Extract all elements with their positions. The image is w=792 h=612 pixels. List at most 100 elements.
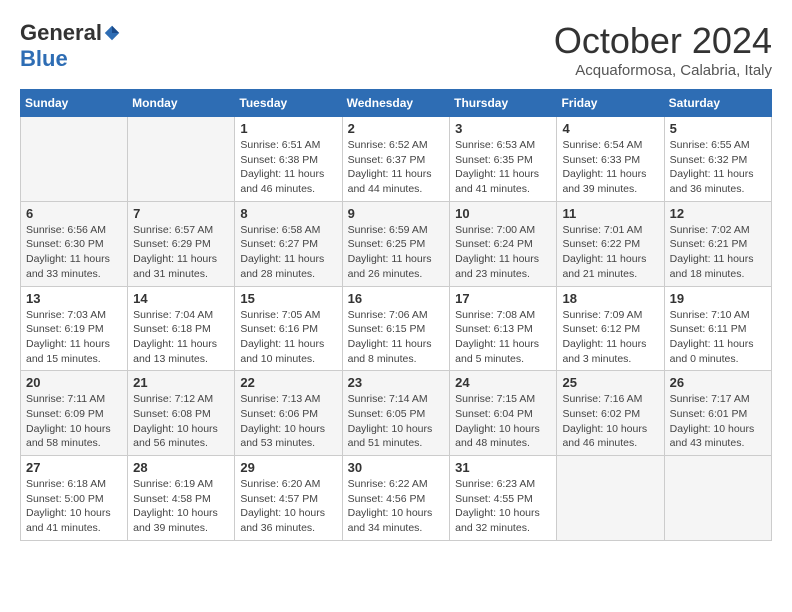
calendar-cell: 11 Sunrise: 7:01 AM Sunset: 6:22 PM Dayli… [557,201,664,286]
day-info: Sunrise: 7:11 AM Sunset: 6:09 PM Dayligh… [26,392,122,451]
calendar-cell: 8 Sunrise: 6:58 AM Sunset: 6:27 PM Daylig… [235,201,342,286]
calendar-cell: 30Sunrise: 6:22 AM Sunset: 4:56 PM Dayli… [342,456,450,541]
calendar-cell: 10Sunrise: 7:00 AM Sunset: 6:24 PM Dayli… [450,201,557,286]
day-info: Sunrise: 7:00 AM Sunset: 6:24 PM Dayligh… [455,223,551,282]
calendar-cell: 6 Sunrise: 6:56 AM Sunset: 6:30 PM Daylig… [21,201,128,286]
month-title: October 2024 [554,20,772,62]
calendar-cell: 26 Sunrise: 7:17 AM Sunset: 6:01 PM Dayli… [664,371,771,456]
day-info: Sunrise: 7:02 AM Sunset: 6:21 PM Dayligh… [670,223,766,282]
day-number: 31 [455,460,551,475]
calendar-cell: 31 Sunrise: 6:23 AM Sunset: 4:55 PM Dayli… [450,456,557,541]
calendar-cell: 20Sunrise: 7:11 AM Sunset: 6:09 PM Dayli… [21,371,128,456]
logo: General Blue [20,20,121,72]
calendar-cell: 25 Sunrise: 7:16 AM Sunset: 6:02 PM Dayli… [557,371,664,456]
calendar-cell: 19 Sunrise: 7:10 AM Sunset: 6:11 PM Dayli… [664,286,771,371]
calendar-cell [128,117,235,202]
logo-blue-text: Blue [20,46,68,72]
calendar-cell: 2 Sunrise: 6:52 AM Sunset: 6:37 PM Daylig… [342,117,450,202]
calendar-cell: 17 Sunrise: 7:08 AM Sunset: 6:13 PM Dayli… [450,286,557,371]
day-number: 29 [240,460,336,475]
day-info: Sunrise: 6:23 AM Sunset: 4:55 PM Dayligh… [455,477,551,536]
day-number: 4 [562,121,658,136]
day-info: Sunrise: 6:59 AM Sunset: 6:25 PM Dayligh… [348,223,445,282]
day-info: Sunrise: 6:52 AM Sunset: 6:37 PM Dayligh… [348,138,445,197]
day-number: 1 [240,121,336,136]
logo-icon [103,24,121,42]
calendar-cell: 12Sunrise: 7:02 AM Sunset: 6:21 PM Dayli… [664,201,771,286]
calendar-cell: 29 Sunrise: 6:20 AM Sunset: 4:57 PM Dayli… [235,456,342,541]
day-number: 11 [562,206,658,221]
day-number: 16 [348,291,445,306]
calendar-cell: 1Sunrise: 6:51 AM Sunset: 6:38 PM Daylig… [235,117,342,202]
title-block: October 2024 Acquaformosa, Calabria, Ita… [554,20,772,79]
day-info: Sunrise: 7:12 AM Sunset: 6:08 PM Dayligh… [133,392,229,451]
calendar-week-row: 13 Sunrise: 7:03 AM Sunset: 6:19 PM Dayli… [21,286,772,371]
calendar-week-row: 1Sunrise: 6:51 AM Sunset: 6:38 PM Daylig… [21,117,772,202]
day-number: 13 [26,291,122,306]
day-info: Sunrise: 7:03 AM Sunset: 6:19 PM Dayligh… [26,308,122,367]
day-info: Sunrise: 7:16 AM Sunset: 6:02 PM Dayligh… [562,392,658,451]
day-info: Sunrise: 7:13 AM Sunset: 6:06 PM Dayligh… [240,392,336,451]
day-info: Sunrise: 7:08 AM Sunset: 6:13 PM Dayligh… [455,308,551,367]
calendar-cell: 28 Sunrise: 6:19 AM Sunset: 4:58 PM Dayli… [128,456,235,541]
day-info: Sunrise: 6:18 AM Sunset: 5:00 PM Dayligh… [26,477,122,536]
calendar-cell: 9 Sunrise: 6:59 AM Sunset: 6:25 PM Daylig… [342,201,450,286]
calendar-cell: 13 Sunrise: 7:03 AM Sunset: 6:19 PM Dayli… [21,286,128,371]
day-info: Sunrise: 6:19 AM Sunset: 4:58 PM Dayligh… [133,477,229,536]
location: Acquaformosa, Calabria, Italy [554,62,772,79]
day-info: Sunrise: 7:17 AM Sunset: 6:01 PM Dayligh… [670,392,766,451]
calendar-cell [21,117,128,202]
day-info: Sunrise: 6:56 AM Sunset: 6:30 PM Dayligh… [26,223,122,282]
calendar-cell: 14 Sunrise: 7:04 AM Sunset: 6:18 PM Dayli… [128,286,235,371]
day-number: 6 [26,206,122,221]
day-info: Sunrise: 6:53 AM Sunset: 6:35 PM Dayligh… [455,138,551,197]
calendar-cell: 24Sunrise: 7:15 AM Sunset: 6:04 PM Dayli… [450,371,557,456]
calendar-cell [664,456,771,541]
day-number: 17 [455,291,551,306]
day-number: 26 [670,375,766,390]
calendar-table: SundayMondayTuesdayWednesdayThursdayFrid… [20,89,772,541]
weekday-header: Wednesday [342,90,450,117]
calendar-week-row: 6 Sunrise: 6:56 AM Sunset: 6:30 PM Daylig… [21,201,772,286]
day-info: Sunrise: 7:10 AM Sunset: 6:11 PM Dayligh… [670,308,766,367]
day-number: 2 [348,121,445,136]
calendar-cell: 22 Sunrise: 7:13 AM Sunset: 6:06 PM Dayli… [235,371,342,456]
weekday-header: Sunday [21,90,128,117]
day-info: Sunrise: 7:06 AM Sunset: 6:15 PM Dayligh… [348,308,445,367]
weekday-header: Friday [557,90,664,117]
day-number: 9 [348,206,445,221]
calendar-cell: 5Sunrise: 6:55 AM Sunset: 6:32 PM Daylig… [664,117,771,202]
day-number: 3 [455,121,551,136]
calendar-cell: 23Sunrise: 7:14 AM Sunset: 6:05 PM Dayli… [342,371,450,456]
day-number: 22 [240,375,336,390]
day-number: 28 [133,460,229,475]
logo-general-text: General [20,20,102,46]
calendar-cell: 16 Sunrise: 7:06 AM Sunset: 6:15 PM Dayli… [342,286,450,371]
day-info: Sunrise: 6:57 AM Sunset: 6:29 PM Dayligh… [133,223,229,282]
calendar-cell: 7Sunrise: 6:57 AM Sunset: 6:29 PM Daylig… [128,201,235,286]
day-info: Sunrise: 6:20 AM Sunset: 4:57 PM Dayligh… [240,477,336,536]
day-info: Sunrise: 7:04 AM Sunset: 6:18 PM Dayligh… [133,308,229,367]
calendar-cell: 15 Sunrise: 7:05 AM Sunset: 6:16 PM Dayli… [235,286,342,371]
day-info: Sunrise: 7:09 AM Sunset: 6:12 PM Dayligh… [562,308,658,367]
calendar-header-row: SundayMondayTuesdayWednesdayThursdayFrid… [21,90,772,117]
day-info: Sunrise: 7:05 AM Sunset: 6:16 PM Dayligh… [240,308,336,367]
day-number: 15 [240,291,336,306]
calendar-week-row: 27 Sunrise: 6:18 AM Sunset: 5:00 PM Dayli… [21,456,772,541]
calendar-cell: 3 Sunrise: 6:53 AM Sunset: 6:35 PM Daylig… [450,117,557,202]
day-info: Sunrise: 6:58 AM Sunset: 6:27 PM Dayligh… [240,223,336,282]
day-number: 8 [240,206,336,221]
day-number: 25 [562,375,658,390]
day-number: 27 [26,460,122,475]
day-info: Sunrise: 6:55 AM Sunset: 6:32 PM Dayligh… [670,138,766,197]
day-info: Sunrise: 7:15 AM Sunset: 6:04 PM Dayligh… [455,392,551,451]
day-number: 19 [670,291,766,306]
weekday-header: Monday [128,90,235,117]
day-number: 23 [348,375,445,390]
day-info: Sunrise: 7:01 AM Sunset: 6:22 PM Dayligh… [562,223,658,282]
calendar-cell: 27 Sunrise: 6:18 AM Sunset: 5:00 PM Dayli… [21,456,128,541]
day-number: 21 [133,375,229,390]
calendar-cell: 4Sunrise: 6:54 AM Sunset: 6:33 PM Daylig… [557,117,664,202]
day-number: 14 [133,291,229,306]
calendar-cell: 18Sunrise: 7:09 AM Sunset: 6:12 PM Dayli… [557,286,664,371]
